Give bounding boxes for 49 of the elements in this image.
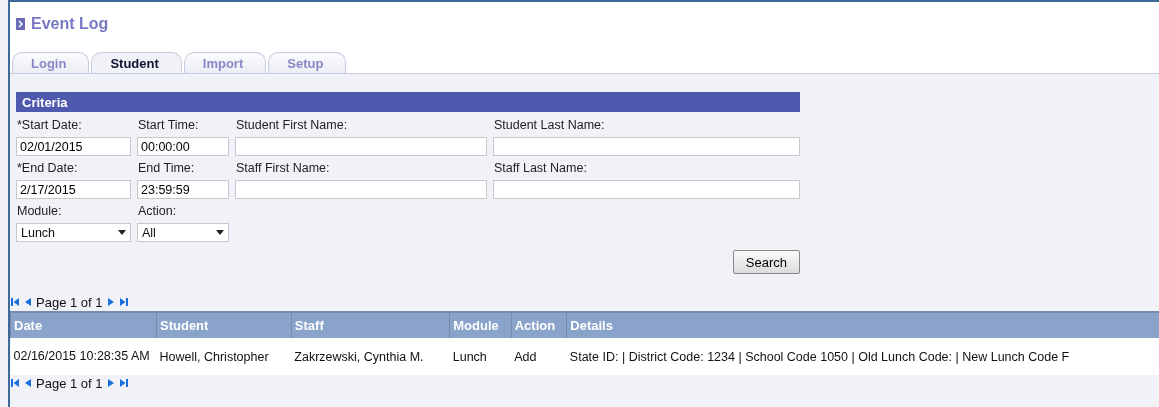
field-label: Start Time: — [137, 118, 200, 134]
field-label: Action: — [137, 204, 178, 220]
input-field[interactable] — [235, 137, 487, 156]
tab[interactable]: Student — [91, 52, 182, 73]
column-header: Student — [156, 312, 292, 338]
table-cell: Lunch — [449, 338, 512, 375]
field-label: Module: — [16, 204, 63, 220]
previous-page-icon[interactable] — [23, 297, 33, 307]
column-header: Staff — [291, 312, 450, 338]
field-label: Staff Last Name: — [493, 161, 588, 177]
chevron-icon — [16, 18, 25, 30]
field-label: Student First Name: — [235, 118, 349, 134]
column-header: Details — [566, 312, 1159, 338]
field-label: Student Last Name: — [493, 118, 606, 134]
page-indicator: Page 1 of 1 — [36, 375, 103, 391]
table-cell: Zakrzewski, Cynthia M. — [291, 338, 450, 375]
input-field[interactable]: 2/17/2015 — [16, 180, 131, 199]
first-page-icon[interactable] — [10, 297, 20, 307]
last-page-icon[interactable] — [118, 378, 129, 388]
previous-page-icon[interactable] — [23, 378, 33, 388]
column-header: Module — [449, 312, 512, 338]
criteria-header: Criteria — [16, 92, 800, 112]
column-header: Action — [511, 312, 567, 338]
input-field[interactable] — [235, 180, 487, 199]
table-cell: 02/16/2015 10:28:35 AM — [10, 338, 157, 375]
next-page-icon[interactable] — [105, 297, 116, 307]
input-field[interactable] — [493, 137, 800, 156]
dropdown[interactable]: All — [137, 223, 229, 242]
dropdown[interactable]: Lunch — [16, 223, 131, 242]
input-field[interactable]: 00:00:00 — [137, 137, 229, 156]
table-cell: State ID: | District Code: 1234 | School Code 1050 | Old Lunch Code: | New Lunch Code F — [566, 338, 1159, 375]
first-page-icon[interactable] — [10, 378, 20, 388]
table-cell: Add — [511, 338, 567, 375]
input-field[interactable]: 23:59:59 — [137, 180, 229, 199]
field-label: *Start Date: — [16, 118, 83, 134]
input-field[interactable] — [493, 180, 800, 199]
table-cell: Howell, Christopher — [156, 338, 292, 375]
caret-icon — [118, 230, 126, 235]
field-label: End Time: — [137, 161, 196, 177]
last-page-icon[interactable] — [118, 297, 129, 307]
input-field[interactable]: 02/01/2015 — [16, 137, 131, 156]
search-button[interactable]: Search — [732, 250, 800, 274]
column-header: Date — [10, 312, 157, 338]
next-page-icon[interactable] — [105, 378, 116, 388]
field-label: *End Date: — [16, 161, 79, 177]
page-indicator: Page 1 of 1 — [36, 294, 103, 310]
page-title: Event Log — [31, 15, 109, 33]
field-label: Staff First Name: — [235, 161, 331, 177]
caret-icon — [216, 230, 224, 235]
